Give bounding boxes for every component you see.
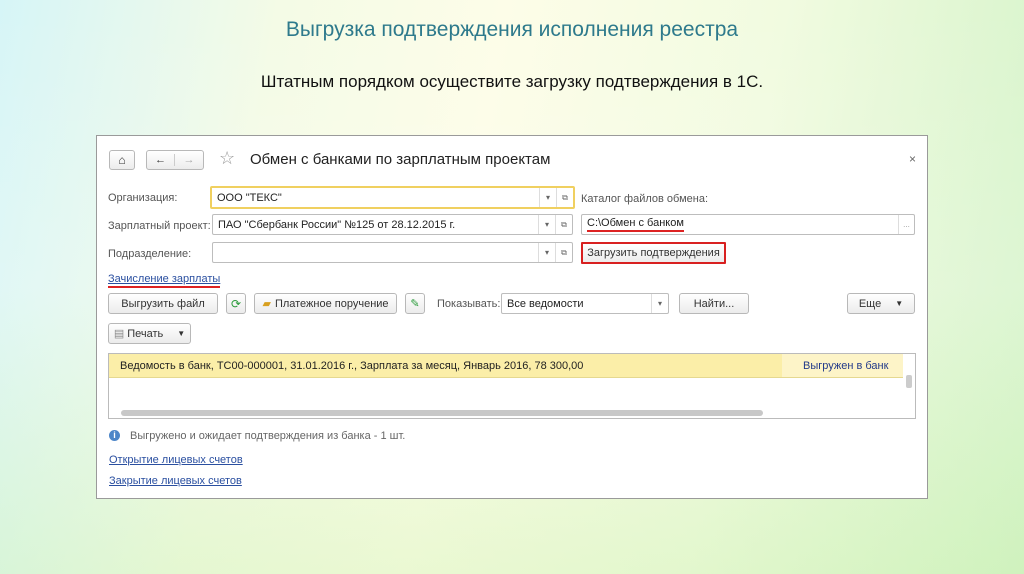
close-accounts-link[interactable]: Закрытие лицевых счетов [109, 475, 242, 487]
dropdown-icon[interactable]: ▾ [651, 294, 668, 313]
chevron-down-icon: ▼ [177, 329, 186, 338]
catalog-value: C:\Обмен с банком [587, 217, 684, 232]
row-text: Ведомость в банк, ТС00-000001, 31.01.201… [120, 360, 584, 372]
printer-icon: ▤ [113, 328, 125, 340]
dropdown-icon[interactable]: ▾ [539, 188, 556, 207]
open-icon[interactable]: ⧉ [556, 188, 573, 207]
print-label: Печать [127, 327, 164, 340]
horizontal-scrollbar[interactable] [121, 410, 763, 416]
show-select[interactable]: Все ведомости ▾ [501, 293, 669, 314]
window-title: Обмен с банками по зарплатным проектам [250, 151, 551, 168]
export-file-button[interactable]: Выгрузить файл [108, 293, 218, 314]
row-status: Выгружен в банк [803, 360, 889, 372]
dept-field[interactable]: ▾ ⧉ [212, 242, 573, 263]
find-button[interactable]: Найти... [679, 293, 749, 314]
folder-add-icon: ▰ [262, 298, 271, 310]
print-button[interactable]: ▤ Печать ▼ [108, 323, 191, 344]
org-field[interactable]: ООО "ТЕКС" ▾ ⧉ [210, 186, 575, 209]
salary-link[interactable]: Зачисление зарплаты [108, 273, 221, 288]
vertical-scrollbar[interactable] [906, 375, 912, 388]
dept-label: Подразделение: [108, 248, 192, 260]
catalog-field[interactable]: C:\Обмен с банком ... [581, 214, 915, 235]
more-button[interactable]: Еще ▼ [847, 293, 915, 314]
info-icon: i [109, 430, 120, 441]
more-label: Еще [858, 297, 882, 310]
catalog-label: Каталог файлов обмена: [581, 193, 709, 205]
forward-arrow-icon[interactable]: → [175, 154, 203, 166]
open-icon[interactable]: ⧉ [555, 215, 572, 234]
chevron-down-icon: ▼ [895, 299, 904, 308]
slide-title: Выгрузка подтверждения исполнения реестр… [285, 18, 739, 41]
refresh-icon[interactable]: ⟳ [226, 293, 246, 314]
table-row[interactable]: Ведомость в банк, ТС00-000001, 31.01.201… [109, 354, 903, 378]
project-field[interactable]: ПАО "Сбербанк России" №125 от 28.12.2015… [212, 214, 573, 235]
edit-icon[interactable]: ✎ [405, 293, 425, 314]
star-icon[interactable]: ☆ [219, 148, 235, 169]
project-label: Зарплатный проект: [108, 220, 211, 232]
info-text: Выгружено и ожидает подтверждения из бан… [130, 430, 406, 442]
exchange-window: ⌂ ← → ☆ Обмен с банками по зарплатным пр… [96, 135, 928, 499]
open-accounts-link[interactable]: Открытие лицевых счетов [109, 454, 243, 466]
slide-subtitle: Штатным порядком осуществите загрузку по… [260, 72, 764, 91]
show-value: Все ведомости [507, 297, 584, 310]
project-value: ПАО "Сбербанк России" №125 от 28.12.2015… [218, 218, 456, 231]
dropdown-icon[interactable]: ▾ [538, 215, 555, 234]
close-icon[interactable]: × [909, 152, 916, 166]
back-arrow-icon[interactable]: ← [147, 154, 176, 166]
dropdown-icon[interactable]: ▾ [538, 243, 555, 262]
nav-buttons: ← → [146, 150, 204, 170]
org-value: ООО "ТЕКС" [217, 191, 282, 204]
open-icon[interactable]: ⧉ [555, 243, 572, 262]
show-label: Показывать: [437, 298, 501, 310]
load-confirmations-button[interactable]: Загрузить подтверждения [581, 242, 726, 264]
home-icon: ⌂ [118, 153, 126, 167]
browse-button[interactable]: ... [898, 215, 914, 234]
statements-list[interactable]: Ведомость в банк, ТС00-000001, 31.01.201… [108, 353, 916, 419]
home-button[interactable]: ⌂ [109, 150, 135, 170]
payment-order-button[interactable]: ▰ Платежное поручение [254, 293, 397, 314]
org-label: Организация: [108, 192, 178, 204]
payment-order-label: Платежное поручение [274, 297, 389, 310]
